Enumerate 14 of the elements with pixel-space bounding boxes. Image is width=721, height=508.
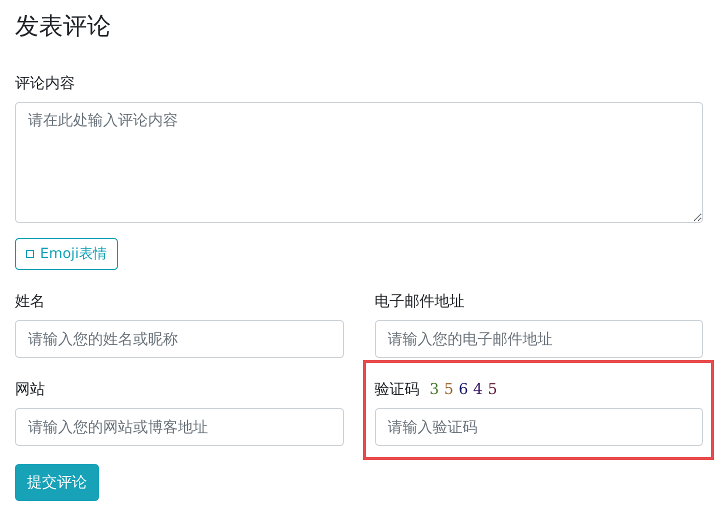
field-label: 评论内容 (15, 73, 75, 94)
page-title: 发表评论 (15, 11, 112, 42)
submit-button[interactable]: 提交评论 (15, 464, 99, 501)
input-field[interactable]: 请输入您的电子邮件地址 (374, 320, 703, 358)
field-label: 姓名 (15, 291, 45, 312)
field-label: 验证码 (374, 379, 420, 400)
comment-field[interactable]: 请在此处输入评论内容 (15, 102, 703, 223)
emoji-button[interactable]: Emoji表情 (15, 238, 118, 270)
square-icon (26, 250, 34, 258)
input-field[interactable]: 请输入您的网站或博客地址 (15, 408, 344, 446)
field-label: 网站 (15, 379, 45, 400)
field-label: 电子邮件地址 (374, 291, 464, 312)
input-field[interactable]: 请输入验证码 (374, 408, 703, 446)
input-field[interactable]: 请输入您的姓名或昵称 (15, 320, 344, 358)
